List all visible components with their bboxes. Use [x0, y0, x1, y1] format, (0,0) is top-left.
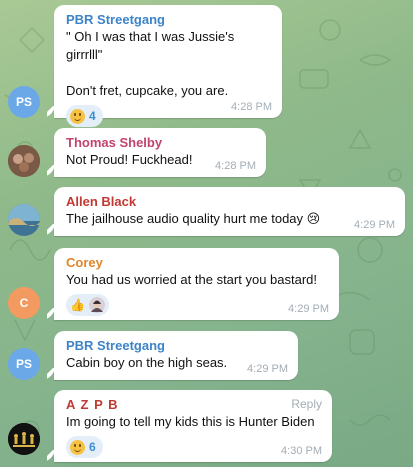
avatar[interactable] [8, 145, 40, 177]
sender-name[interactable]: Allen Black [66, 193, 395, 210]
sender-name[interactable]: A Z P B [66, 396, 322, 413]
message-bubble[interactable]: PBR Streetgang Cabin boy on the high sea… [54, 331, 298, 380]
avatar-photo-icon [8, 204, 40, 236]
avatar-photo-icon [8, 145, 40, 177]
message-bubble[interactable]: PBR Streetgang " Oh I was that I was Jus… [54, 5, 282, 127]
reaction-count: 4 [89, 109, 96, 123]
sender-name[interactable]: PBR Streetgang [66, 337, 288, 354]
message-bubble[interactable]: Allen Black The jailhouse audio quality … [54, 187, 405, 236]
bubble-tail [47, 165, 55, 177]
avatar[interactable] [8, 423, 40, 455]
avatar[interactable]: PS [8, 348, 40, 380]
thumbs-up-icon: 👍 [70, 298, 85, 312]
reaction-chip[interactable]: 4 [66, 105, 103, 127]
bubble-tail [47, 368, 55, 380]
sender-name[interactable]: PBR Streetgang [66, 11, 272, 28]
avatar-initials: PS [15, 357, 32, 371]
reply-button[interactable]: Reply [291, 397, 322, 411]
grinning-face-icon [70, 108, 85, 124]
avatar-initials: C [19, 296, 29, 310]
bubble-tail [47, 450, 55, 462]
avatar[interactable] [8, 204, 40, 236]
message-bubble[interactable]: Thomas Shelby Not Proud! Fuckhead! 4:28 … [54, 128, 266, 177]
reaction-chip[interactable]: 👍 [66, 294, 109, 316]
grinning-face-icon [70, 439, 85, 455]
message-text: Im going to tell my kids this is Hunter … [66, 414, 315, 429]
message-bubble[interactable]: Corey You had us worried at the start yo… [54, 248, 339, 320]
message-text: You had us worried at the start you bast… [66, 272, 318, 287]
message-text: " Oh I was that I was Jussie's girrrlll"… [66, 29, 235, 98]
reaction-count: 6 [89, 440, 96, 454]
bubble-tail [47, 224, 55, 236]
message-time: 4:29 PM [247, 363, 288, 375]
reactor-avatar [88, 297, 105, 313]
reaction-chip[interactable]: 6 [66, 436, 103, 458]
message-time: 4:29 PM [354, 219, 395, 231]
message-bubble[interactable]: A Z P B Reply Im going to tell my kids t… [54, 390, 332, 462]
message-time: 4:28 PM [231, 101, 272, 113]
message-time: 4:28 PM [215, 160, 256, 172]
message-time: 4:30 PM [281, 445, 322, 457]
avatar-initials: PS [15, 95, 32, 109]
avatar[interactable]: PS [8, 86, 40, 118]
avatar[interactable]: C [8, 287, 40, 319]
bubble-tail [47, 106, 55, 118]
bubble-tail [47, 308, 55, 320]
sender-name[interactable]: Corey [66, 254, 329, 271]
message-time: 4:29 PM [288, 303, 329, 315]
group-logo-icon [8, 423, 40, 455]
sender-name[interactable]: Thomas Shelby [66, 134, 256, 151]
message-text: The jailhouse audio quality hurt me toda… [66, 211, 321, 226]
